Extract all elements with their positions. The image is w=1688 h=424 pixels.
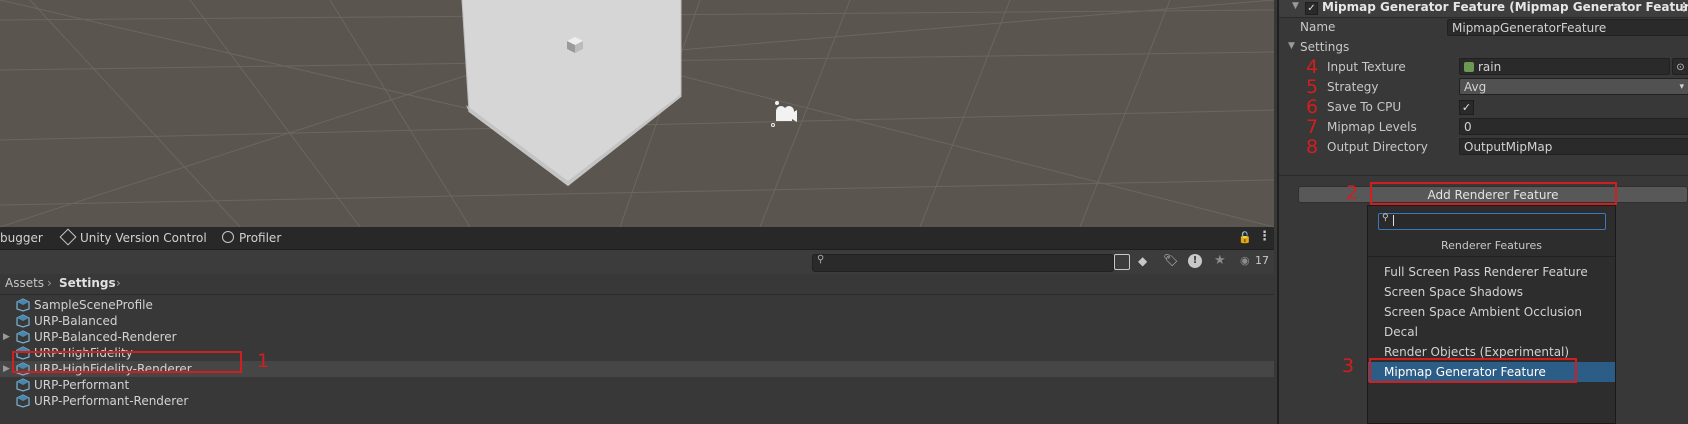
asset-label: URP-Performant-Renderer [34, 394, 189, 408]
tab-label: bugger [0, 231, 43, 245]
dropdown-item[interactable]: Decal [1368, 322, 1615, 342]
favorites-star-icon[interactable]: ★ [1214, 253, 1226, 268]
dropdown-item[interactable]: Screen Space Ambient Occlusion [1368, 302, 1615, 322]
annotation-step-6: 6 [1306, 96, 1319, 118]
feature-title: Mipmap Generator Feature (Mipmap Generat… [1322, 0, 1688, 14]
annotation-step-4: 4 [1306, 56, 1319, 78]
asset-label: URP-Balanced-Renderer [34, 330, 177, 344]
breadcrumb-chevron-icon: › [47, 276, 52, 290]
object-picker-icon[interactable]: ⊙ [1672, 58, 1688, 75]
renderer-data-icon [16, 330, 30, 344]
search-icon: ⚲ [817, 254, 825, 265]
feature-enabled-checkbox[interactable]: ✓ [1305, 2, 1318, 15]
text-cursor [1393, 215, 1394, 226]
asset-row[interactable]: URP-Performant [0, 377, 1274, 393]
asset-row[interactable]: SampleSceneProfile [0, 297, 1274, 313]
output-directory-label: Output Directory [1327, 140, 1428, 154]
renderer-data-icon [16, 394, 30, 408]
feature-header[interactable]: ▼ ✓ Mipmap Generator Feature (Mipmap Gen… [1279, 0, 1688, 18]
urp-asset-icon [16, 378, 30, 392]
search-input[interactable]: ⚲ [812, 254, 1114, 272]
scene-view[interactable] [0, 0, 1274, 227]
annotation-box-step-2 [1370, 182, 1617, 205]
dropdown-header: Renderer Features [1368, 236, 1615, 257]
input-texture-label: Input Texture [1327, 60, 1406, 74]
dropdown-item[interactable]: Full Screen Pass Renderer Feature [1368, 262, 1615, 282]
input-texture-value: rain [1478, 60, 1502, 74]
strategy-dropdown[interactable]: Avg ▾ [1459, 78, 1688, 95]
profiler-icon [222, 231, 234, 243]
scene-grid [0, 0, 1274, 227]
filter-by-type-icon[interactable]: ◆ [1138, 254, 1147, 268]
asset-label: URP-Balanced [34, 314, 118, 328]
project-toolbar: ⚲ ◆ 🏷 ! ★ ◉ 17 [0, 250, 1274, 275]
mipmap-levels-label: Mipmap Levels [1327, 120, 1417, 134]
panel-tab-bar: bugger Unity Version Control Profiler 🔓 … [0, 227, 1274, 250]
expand-arrow-icon[interactable]: ▶ [3, 329, 10, 345]
search-icon: ⚲ [1382, 213, 1389, 223]
visible-count: 17 [1255, 254, 1269, 267]
output-directory-field[interactable]: OutputMipMap [1459, 138, 1688, 155]
urp-asset-icon [16, 314, 30, 328]
breadcrumb-assets[interactable]: Assets [5, 276, 44, 290]
annotation-box-step-1 [12, 351, 242, 373]
mipmap-levels-field[interactable]: 0 [1459, 118, 1688, 135]
project-panel: bugger Unity Version Control Profiler 🔓 … [0, 227, 1274, 424]
input-texture-field[interactable]: rain [1459, 58, 1670, 75]
annotation-step-2: 2 [1346, 182, 1359, 204]
tab-console-debugger[interactable]: bugger [0, 227, 43, 249]
annotation-step-7: 7 [1306, 116, 1319, 138]
asset-row[interactable]: URP-Balanced [0, 313, 1274, 329]
asset-label: URP-Performant [34, 378, 130, 392]
chevron-down-icon: ▾ [1679, 82, 1684, 92]
visibility-icon[interactable]: ◉ [1240, 254, 1250, 267]
dropdown-item[interactable]: Screen Space Shadows [1368, 282, 1615, 302]
tab-label: Profiler [239, 231, 282, 245]
texture-icon [1464, 62, 1474, 72]
lock-icon[interactable]: 🔓 [1238, 231, 1252, 244]
settings-label: Settings [1300, 40, 1350, 54]
strategy-label: Strategy [1327, 80, 1379, 94]
strategy-value: Avg [1464, 80, 1487, 94]
annotation-step-3: 3 [1342, 355, 1355, 377]
feature-search-input[interactable]: ⚲ [1378, 213, 1606, 230]
settings-foldout-icon[interactable]: ▼ [1288, 41, 1295, 51]
breadcrumb-chevron-icon: › [116, 276, 121, 290]
annotation-step-8: 8 [1306, 136, 1319, 158]
tab-version-control[interactable]: Unity Version Control [59, 227, 207, 249]
divider [1279, 175, 1688, 176]
kebab-menu-icon[interactable]: ⋮ [1678, 0, 1688, 14]
save-to-cpu-checkbox[interactable]: ✓ [1459, 100, 1474, 115]
name-label: Name [1300, 20, 1336, 34]
tab-profiler[interactable]: Profiler [222, 227, 281, 249]
foldout-arrow-icon[interactable]: ▼ [1292, 1, 1299, 11]
filter-by-label-icon[interactable]: 🏷 [1163, 253, 1178, 267]
search-by-type-icon[interactable] [1114, 254, 1130, 270]
annotation-box-step-3 [1369, 358, 1577, 383]
volume-profile-icon [16, 298, 30, 312]
save-to-cpu-label: Save To CPU [1327, 100, 1402, 114]
asset-row[interactable]: ▶ URP-Balanced-Renderer [0, 329, 1274, 345]
breadcrumb-settings[interactable]: Settings [59, 276, 116, 290]
renderer-feature-dropdown: ⚲ Renderer Features Full Screen Pass Ren… [1367, 205, 1616, 424]
annotation-step-5: 5 [1306, 76, 1319, 98]
asset-label: SampleSceneProfile [34, 298, 153, 312]
version-control-icon [59, 228, 77, 246]
expand-arrow-icon[interactable]: ▶ [3, 361, 10, 377]
tab-label: Unity Version Control [80, 231, 207, 245]
annotation-step-1: 1 [257, 350, 270, 372]
breadcrumb: Assets › Settings › [0, 274, 1274, 295]
log-filter-icon[interactable]: ! [1188, 254, 1202, 268]
kebab-menu-icon[interactable]: ⋮ [1258, 229, 1271, 244]
asset-row[interactable]: URP-Performant-Renderer [0, 393, 1274, 409]
name-field[interactable]: MipmapGeneratorFeature [1447, 19, 1688, 36]
